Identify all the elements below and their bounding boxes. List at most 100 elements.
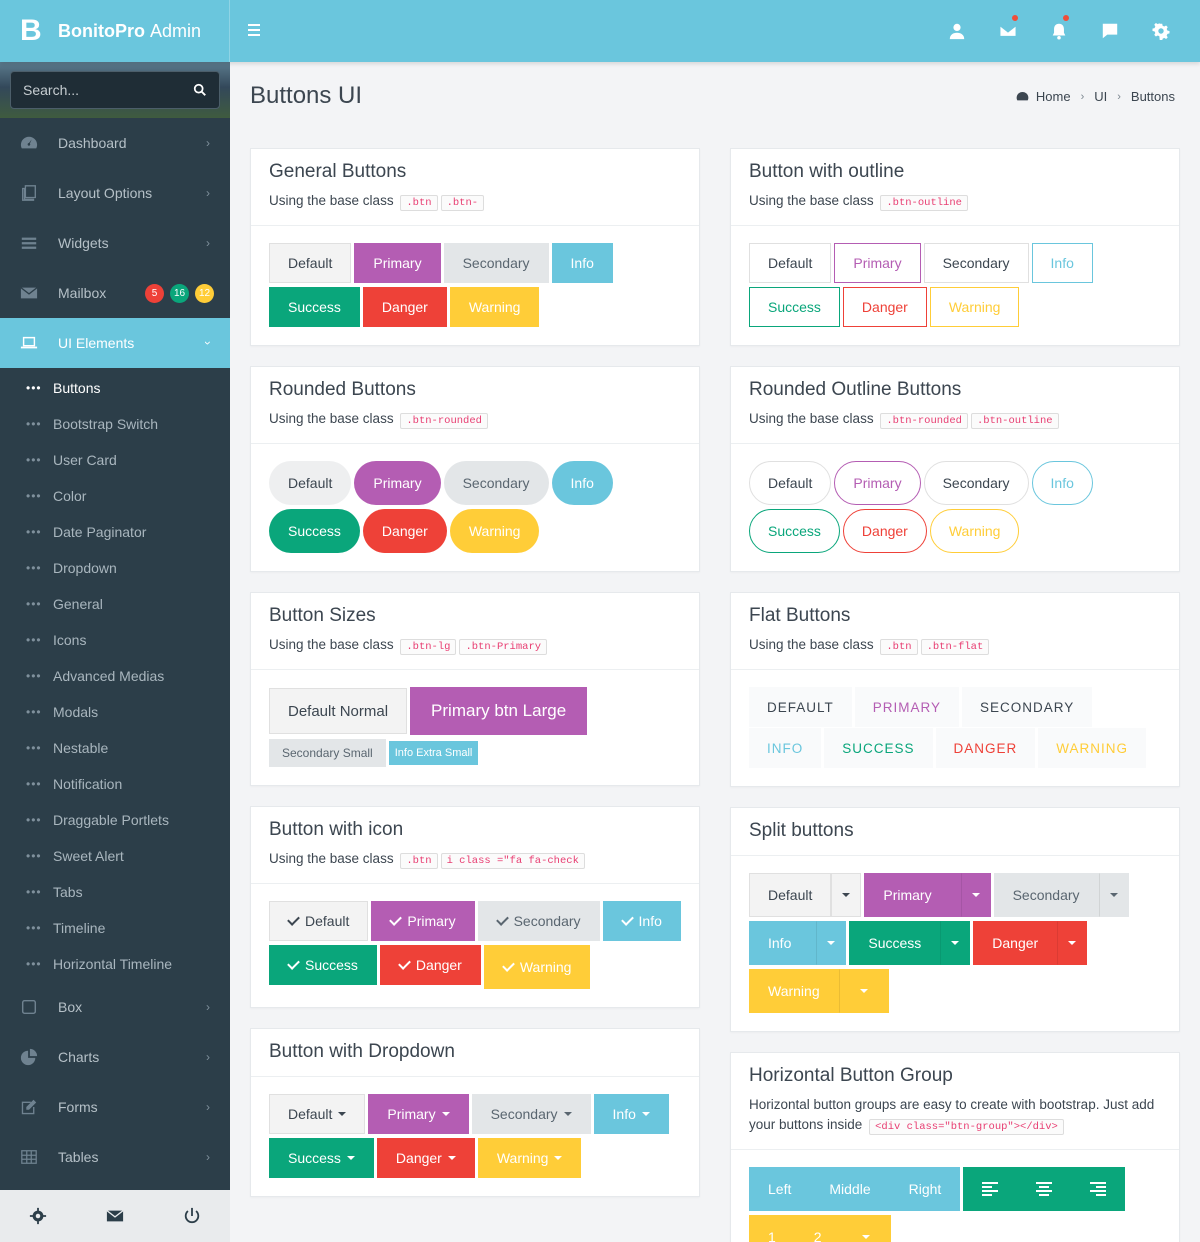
- success-flat-button[interactable]: SUCCESS: [824, 728, 933, 768]
- page-1-button[interactable]: 1: [749, 1215, 795, 1242]
- split-toggle-button[interactable]: [1057, 921, 1088, 965]
- hamburger-menu-icon[interactable]: [248, 21, 264, 41]
- split-toggle-button[interactable]: [838, 969, 889, 1013]
- submenu-item-modals[interactable]: ••• Modals: [0, 694, 230, 730]
- secondary-dropdown-button[interactable]: Secondary: [471, 1094, 591, 1134]
- warning-dropdown-button[interactable]: Warning: [477, 1138, 582, 1178]
- warning-rounded-outline-button[interactable]: Warning: [929, 509, 1020, 553]
- secondary-flat-button[interactable]: SECONDARY: [962, 687, 1093, 727]
- danger-dropdown-button[interactable]: Danger: [376, 1138, 475, 1178]
- chat-icon[interactable]: [1084, 0, 1135, 62]
- brand[interactable]: B BonitoPro Admin: [0, 0, 230, 62]
- info-extra-small-button[interactable]: Info Extra Small: [388, 741, 479, 765]
- submenu-item-nestable[interactable]: ••• Nestable: [0, 730, 230, 766]
- split-main-button[interactable]: Info: [749, 921, 817, 965]
- page-2-button[interactable]: 2: [794, 1215, 841, 1242]
- split-toggle-button[interactable]: [960, 873, 991, 917]
- sidebar-item-mailbox[interactable]: Mailbox 5 16 12: [0, 268, 230, 318]
- submenu-item-buttons[interactable]: ••• Buttons: [0, 370, 230, 406]
- warning-icon-button[interactable]: Warning: [483, 945, 591, 989]
- default-normal-button[interactable]: Default Normal: [269, 688, 408, 734]
- settings-icon[interactable]: [29, 1207, 47, 1225]
- sidebar-item-widgets[interactable]: Widgets ›: [0, 218, 230, 268]
- success-outline-button[interactable]: Success: [749, 287, 840, 327]
- success-rounded-outline-button[interactable]: Success: [749, 509, 840, 553]
- search-icon[interactable]: [193, 83, 207, 97]
- danger-rounded-button[interactable]: Danger: [362, 509, 447, 553]
- search-input[interactable]: [23, 82, 193, 98]
- split-main-button[interactable]: Warning: [749, 969, 839, 1013]
- secondary-outline-button[interactable]: Secondary: [923, 243, 1029, 283]
- default-outline-button[interactable]: Default: [749, 243, 832, 283]
- split-main-button[interactable]: Secondary: [993, 873, 1099, 917]
- success-rounded-button[interactable]: Success: [269, 509, 360, 553]
- submenu-item-color[interactable]: ••• Color: [0, 478, 230, 514]
- user-icon[interactable]: [931, 0, 982, 62]
- bell-icon[interactable]: [1033, 0, 1084, 62]
- primary-dropdown-button[interactable]: Primary: [368, 1094, 469, 1134]
- submenu-item-notification[interactable]: ••• Notification: [0, 766, 230, 802]
- default-dropdown-button[interactable]: Default: [269, 1094, 366, 1134]
- default-button[interactable]: Default: [269, 243, 352, 283]
- danger-rounded-outline-button[interactable]: Danger: [842, 509, 927, 553]
- mail-icon[interactable]: [982, 0, 1033, 62]
- warning-outline-button[interactable]: Warning: [929, 287, 1020, 327]
- align-left-button[interactable]: [963, 1167, 1018, 1211]
- sidebar-item-layout-options[interactable]: Layout Options ›: [0, 168, 230, 218]
- breadcrumb-home[interactable]: Home: [1036, 89, 1071, 104]
- warning-button[interactable]: Warning: [449, 287, 540, 327]
- success-dropdown-button[interactable]: Success: [269, 1138, 374, 1178]
- primary-large-button[interactable]: Primary btn Large: [410, 687, 588, 735]
- primary-rounded-outline-button[interactable]: Primary: [834, 461, 921, 505]
- primary-outline-button[interactable]: Primary: [834, 243, 921, 283]
- primary-button[interactable]: Primary: [354, 243, 441, 283]
- submenu-item-user-card[interactable]: ••• User Card: [0, 442, 230, 478]
- submenu-item-sweet-alert[interactable]: ••• Sweet Alert: [0, 838, 230, 874]
- split-toggle-button[interactable]: [816, 921, 847, 965]
- sidebar-item-dashboard[interactable]: Dashboard ›: [0, 118, 230, 168]
- right-button[interactable]: Right: [889, 1167, 961, 1211]
- danger-button[interactable]: Danger: [362, 287, 447, 327]
- sidebar-item-ui-elements[interactable]: UI Elements ›: [0, 318, 230, 368]
- default-rounded-button[interactable]: Default: [269, 461, 352, 505]
- primary-icon-button[interactable]: Primary: [371, 901, 475, 941]
- secondary-rounded-button[interactable]: Secondary: [443, 461, 549, 505]
- warning-rounded-button[interactable]: Warning: [449, 509, 540, 553]
- submenu-item-date-paginator[interactable]: ••• Date Paginator: [0, 514, 230, 550]
- danger-icon-button[interactable]: Danger: [379, 945, 481, 985]
- split-toggle-button[interactable]: [831, 873, 862, 917]
- sidebar-item-forms[interactable]: Forms ›: [0, 1082, 230, 1132]
- submenu-item-horizontal-timeline[interactable]: ••• Horizontal Timeline: [0, 946, 230, 982]
- split-toggle-button[interactable]: [1098, 873, 1129, 917]
- primary-flat-button[interactable]: PRIMARY: [854, 687, 960, 727]
- split-main-button[interactable]: Success: [849, 921, 941, 965]
- success-icon-button[interactable]: Success: [269, 945, 377, 985]
- info-icon-button[interactable]: Info: [602, 901, 681, 941]
- secondary-rounded-outline-button[interactable]: Secondary: [923, 461, 1029, 505]
- align-right-button[interactable]: [1071, 1167, 1126, 1211]
- submenu-item-draggable-portlets[interactable]: ••• Draggable Portlets: [0, 802, 230, 838]
- secondary-button[interactable]: Secondary: [443, 243, 549, 283]
- middle-button[interactable]: Middle: [810, 1167, 890, 1211]
- submenu-item-general[interactable]: ••• General: [0, 586, 230, 622]
- split-toggle-button[interactable]: [940, 921, 971, 965]
- info-flat-button[interactable]: INFO: [749, 728, 822, 768]
- split-main-button[interactable]: Default: [749, 873, 832, 917]
- default-flat-button[interactable]: DEFAULT: [749, 687, 852, 727]
- info-outline-button[interactable]: Info: [1031, 243, 1093, 283]
- info-button[interactable]: Info: [551, 243, 613, 283]
- submenu-item-dropdown[interactable]: ••• Dropdown: [0, 550, 230, 586]
- danger-flat-button[interactable]: DANGER: [935, 728, 1036, 768]
- info-dropdown-button[interactable]: Info: [593, 1094, 669, 1134]
- danger-outline-button[interactable]: Danger: [842, 287, 927, 327]
- secondary-small-button[interactable]: Secondary Small: [269, 739, 386, 767]
- gear-icon[interactable]: [1135, 0, 1186, 62]
- info-rounded-button[interactable]: Info: [551, 461, 613, 505]
- breadcrumb-ui[interactable]: UI: [1094, 89, 1107, 104]
- power-icon[interactable]: [183, 1207, 201, 1225]
- submenu-item-icons[interactable]: ••• Icons: [0, 622, 230, 658]
- align-center-button[interactable]: [1017, 1167, 1072, 1211]
- info-rounded-outline-button[interactable]: Info: [1031, 461, 1093, 505]
- sidebar-item-tables[interactable]: Tables ›: [0, 1132, 230, 1182]
- sidebar-item-charts[interactable]: Charts ›: [0, 1032, 230, 1082]
